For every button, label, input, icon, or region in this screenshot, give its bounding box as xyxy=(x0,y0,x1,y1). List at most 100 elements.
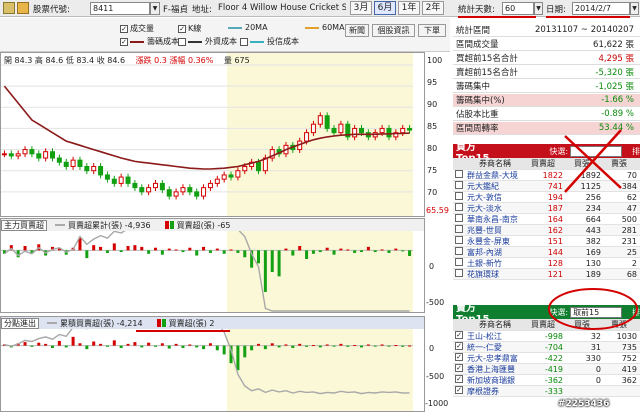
table-row[interactable]: 富邦-內湖 144 169 25 xyxy=(453,247,640,258)
order-button[interactable]: 下單 xyxy=(418,24,446,37)
broker-value: 31 xyxy=(590,342,601,352)
period-button-3m[interactable]: 3月 xyxy=(350,1,372,15)
net-bar xyxy=(387,345,391,347)
period-button-6m[interactable]: 6月 xyxy=(374,1,396,15)
stats-row: 佔股本比重 -0.89 % xyxy=(453,108,640,121)
row-checkbox[interactable] xyxy=(453,192,465,202)
table-row[interactable]: 元大鑑紀 741 1125 384 xyxy=(453,181,640,192)
stats-key: 賣超前15名合計 xyxy=(456,68,518,78)
column-header[interactable]: 券商名稱 xyxy=(465,319,523,330)
row-checkbox[interactable] xyxy=(453,203,465,213)
row-checkbox[interactable]: ✓ xyxy=(453,342,465,352)
row-checkbox[interactable] xyxy=(453,181,465,191)
candle-body xyxy=(63,161,69,167)
days-select[interactable]: 60 xyxy=(502,2,534,15)
main-force-pane[interactable]: 主力買賣超 買賣超累計(張) -4,936 買賣超(張) -65 xyxy=(0,218,425,313)
chip-cost-checkbox[interactable]: ✓ xyxy=(120,37,128,46)
main-force-chart[interactable] xyxy=(1,219,425,313)
column-header[interactable]: 買張 xyxy=(563,319,601,330)
row-checkbox[interactable] xyxy=(453,170,465,180)
column-header[interactable]: 買賣超 xyxy=(523,158,563,169)
period-button-1y[interactable]: 1年 xyxy=(398,1,420,15)
branch-selector[interactable]: 分點進出 xyxy=(1,317,39,329)
legend-chip-cost[interactable]: ✓ 籌碼成本 xyxy=(120,36,179,47)
annotation-underline xyxy=(136,330,230,332)
kline-checkbox[interactable]: ✓ xyxy=(178,24,186,33)
row-checkbox[interactable] xyxy=(453,269,465,279)
price-tick: 75 xyxy=(427,166,438,175)
row-checkbox[interactable]: ✓ xyxy=(453,353,465,363)
row-checkbox[interactable]: ✓ xyxy=(453,375,465,385)
date-dropdown-icon[interactable]: ▼ xyxy=(630,2,639,15)
broker-value: 32 xyxy=(590,331,601,341)
volume-checkbox[interactable]: ✓ xyxy=(120,24,128,33)
broker-value: 1125 xyxy=(580,181,601,191)
stats-key: 買超前15名合計 xyxy=(456,54,518,64)
column-header[interactable]: 買賣超 xyxy=(523,319,563,330)
price-axis: 100 95 90 85 80 75 70 65.59 xyxy=(425,52,453,217)
stock-code-dropdown-icon[interactable]: ▼ xyxy=(150,2,160,15)
row-checkbox[interactable]: ✓ xyxy=(453,386,465,396)
stock-info-button[interactable]: 個股資訊 xyxy=(372,24,415,37)
chip-cost-swatch xyxy=(130,40,144,43)
folder-icon[interactable] xyxy=(17,2,29,14)
net-bar xyxy=(360,345,363,348)
price-chart[interactable] xyxy=(1,53,425,217)
row-checkbox[interactable] xyxy=(453,225,465,235)
column-header[interactable]: 券商名稱 xyxy=(465,158,523,169)
table-row[interactable]: ✓ 摩根證券 -333 xyxy=(453,386,640,397)
column-header[interactable]: 賣張 xyxy=(601,158,637,169)
foreign-cost-checkbox[interactable] xyxy=(178,37,186,46)
legend-60ma[interactable]: 60MA xyxy=(305,23,345,32)
trust-cost-checkbox[interactable] xyxy=(240,37,248,46)
table-row[interactable]: ✓ 新加坡商瑞銀 -362 0 362 xyxy=(453,375,640,386)
table-row[interactable]: 兆豐-世貿 162 443 281 xyxy=(453,225,640,236)
branch-net-swatch xyxy=(156,319,161,327)
table-row[interactable]: 永豐金-屏東 151 382 231 xyxy=(453,236,640,247)
price-chart-pane[interactable]: 開 84.3 高 84.6 低 83.4 收 84.6 漲跌 0.3 漲幅 0.… xyxy=(0,52,425,217)
row-checkbox[interactable]: ✓ xyxy=(453,331,465,341)
column-header[interactable]: 賣張 xyxy=(601,319,637,330)
row-checkbox[interactable]: ✓ xyxy=(453,364,465,374)
legend-foreign-cost[interactable]: 外資成本 xyxy=(178,36,237,47)
table-row[interactable]: ✓ 統一-仁愛 -704 31 735 xyxy=(453,342,640,353)
row-checkbox[interactable] xyxy=(453,258,465,268)
broker-value: 281 xyxy=(621,225,637,235)
period-button-2y[interactable]: 2年 xyxy=(422,1,444,15)
table-row[interactable]: 群益金鼎-大境 1822 1892 70 xyxy=(453,170,640,181)
row-checkbox[interactable] xyxy=(453,214,465,224)
net-bar xyxy=(243,250,247,258)
table-row[interactable]: 元大-淡水 187 234 47 xyxy=(453,203,640,214)
legend-trust-cost[interactable]: 投信成本 xyxy=(240,36,299,47)
row-checkbox[interactable] xyxy=(453,236,465,246)
refresh-icon[interactable] xyxy=(3,2,15,14)
legend-kline[interactable]: ✓ K線 xyxy=(178,23,201,34)
date-input[interactable]: 2014/2/7 xyxy=(572,2,630,15)
table-row[interactable]: ✓ 元大-忠孝鼎富 -422 330 752 xyxy=(453,353,640,364)
column-header[interactable]: 買張 xyxy=(563,158,601,169)
table-row[interactable]: 花旗環球 121 189 68 xyxy=(453,269,640,280)
candle-body xyxy=(132,182,138,189)
table-row[interactable]: 華南永昌-南京 164 664 500 xyxy=(453,214,640,225)
sell-top15-header: 賣方Top15 快選: 取前15 排 xyxy=(453,303,640,325)
legend-20ma[interactable]: 20MA xyxy=(228,23,268,32)
buy-filter-select[interactable] xyxy=(570,145,622,157)
net-bar xyxy=(291,345,295,348)
table-row[interactable]: 土銀-新竹 128 130 2 xyxy=(453,258,640,269)
news-button[interactable]: 新聞 xyxy=(345,24,369,37)
table-row[interactable]: ✓ 香港上海匯豐 -419 0 419 xyxy=(453,364,640,375)
table-row[interactable]: ✓ 王山-松江 -998 32 1030 xyxy=(453,331,640,342)
candle-body xyxy=(8,153,14,157)
table-row[interactable]: 元大-敦信 194 256 62 xyxy=(453,192,640,203)
row-checkbox[interactable] xyxy=(453,247,465,257)
broker-name: 香港上海匯豐 xyxy=(467,364,515,374)
net-bar xyxy=(339,343,343,346)
stock-code-input[interactable]: 8411 xyxy=(90,2,150,15)
legend-volume[interactable]: ✓ 成交量 xyxy=(120,23,154,34)
branch-pane[interactable]: 分點進出 累積買賣超(張) -4,214 買賣超(張) 2 xyxy=(0,316,425,412)
broker-value: 1892 xyxy=(580,170,601,180)
broker-value: 443 xyxy=(585,225,601,235)
main-force-selector[interactable]: 主力買賣超 xyxy=(1,219,47,231)
sell-filter-select[interactable]: 取前15 xyxy=(570,306,622,318)
days-dropdown-icon[interactable]: ▼ xyxy=(534,2,543,15)
